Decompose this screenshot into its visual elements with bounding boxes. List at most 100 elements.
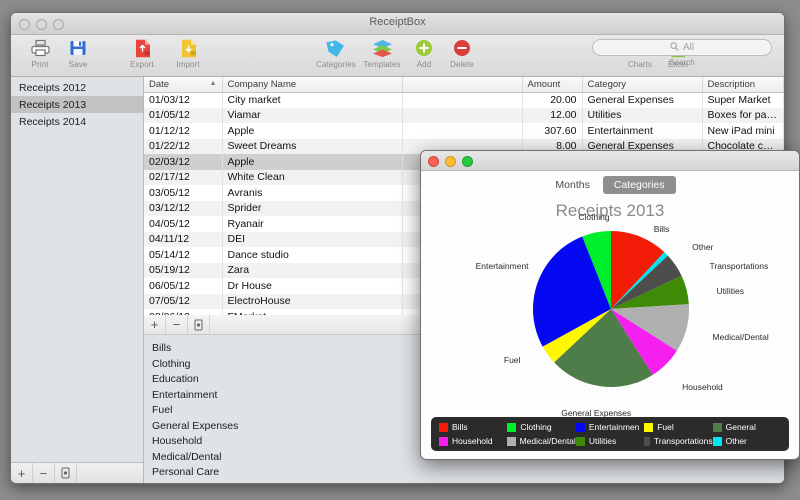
app-title: ReceiptBox	[11, 16, 784, 28]
templates-label: Templates	[363, 60, 400, 69]
layers-icon	[372, 37, 393, 59]
chart-window-traffic-lights[interactable]	[428, 156, 473, 167]
sidebar-info-button[interactable]	[55, 463, 77, 483]
cell-company: White Clean	[222, 170, 402, 186]
chart-minimize-button[interactable]	[445, 156, 456, 167]
category-edit-button[interactable]	[188, 315, 210, 334]
legend-swatch	[644, 423, 653, 432]
categories-label: Categories	[316, 60, 356, 69]
sidebar-item-1[interactable]: Receipts 2013	[11, 96, 143, 113]
cell-company: Sprider	[222, 201, 402, 217]
column-header-blank[interactable]	[402, 77, 522, 92]
pie-label-utilities: Utilities	[717, 286, 744, 296]
toolbar-group-edit: Categories Templates Add Delete	[313, 35, 481, 69]
save-button[interactable]: Save	[59, 37, 97, 69]
cell-date: 04/11/12	[144, 232, 222, 248]
printer-icon	[31, 37, 50, 59]
chart-tab-bar[interactable]: MonthsCategories	[421, 171, 799, 195]
delete-button[interactable]: Delete	[443, 37, 481, 69]
legend-swatch	[507, 423, 516, 432]
legend-label: Household	[452, 436, 493, 446]
import-button[interactable]: Import	[165, 37, 211, 69]
legend-swatch	[713, 437, 722, 446]
tab-categories[interactable]: Categories	[603, 176, 676, 194]
legend-swatch	[576, 437, 585, 446]
minus-circle-icon	[453, 37, 471, 59]
legend-swatch	[576, 423, 585, 432]
column-header-date[interactable]: Date▲	[144, 77, 222, 92]
pie-chart-svg[interactable]	[421, 221, 800, 401]
cell-company: ElectroHouse	[222, 294, 402, 310]
sidebar-item-0[interactable]: Receipts 2012	[11, 79, 143, 96]
tag-icon	[326, 37, 346, 59]
chart-close-button[interactable]	[428, 156, 439, 167]
sort-ascending-icon: ▲	[210, 80, 217, 87]
legend-label: Entertainmen	[589, 422, 640, 432]
chart-zoom-button[interactable]	[462, 156, 473, 167]
column-header-description[interactable]: Description	[702, 77, 784, 92]
search-area: All Search	[592, 39, 772, 67]
sidebar-remove-button[interactable]: −	[33, 463, 55, 483]
sidebar: Receipts 2012Receipts 2013Receipts 2014 …	[11, 77, 144, 483]
tab-months[interactable]: Months	[544, 176, 600, 194]
sidebar-toolbar: + −	[11, 462, 143, 483]
cell-date: 05/14/12	[144, 247, 222, 263]
templates-button[interactable]: Templates	[359, 37, 405, 69]
legend-label: Bills	[452, 422, 468, 432]
cell-date: 07/05/12	[144, 294, 222, 310]
chart-window: MonthsCategories Receipts 2013 BillsOthe…	[420, 150, 800, 460]
category-add-button[interactable]: +	[144, 315, 166, 334]
column-header-amount[interactable]: Amount	[522, 77, 582, 92]
print-button[interactable]: Print	[21, 37, 59, 69]
search-icon	[670, 42, 679, 54]
column-header-company-name[interactable]: Company Name	[222, 77, 402, 92]
add-label: Add	[417, 60, 432, 69]
cell-spacer	[402, 92, 522, 108]
legend-label: Utilities	[589, 436, 616, 446]
cell-company: Viamar	[222, 108, 402, 124]
cell-date: 01/12/12	[144, 123, 222, 139]
legend-item-fuel: Fuel	[644, 422, 712, 432]
cell-date: 06/05/12	[144, 278, 222, 294]
pie-chart: BillsOtherTransportationsUtilitiesMedica…	[421, 221, 799, 417]
category-list-item[interactable]: Telecommunications	[152, 481, 784, 484]
legend-label: Medical/Dental	[520, 436, 576, 446]
legend-swatch	[644, 437, 650, 446]
table-row[interactable]: 01/05/12Viamar12.00UtilitiesBoxes for pa…	[144, 108, 784, 124]
main-window-titlebar[interactable]: ReceiptBox	[11, 13, 784, 35]
cell-company: Zara	[222, 263, 402, 279]
cell-date: 01/22/12	[144, 139, 222, 155]
cell-amount: 20.00	[522, 92, 582, 108]
category-list-item[interactable]: Personal Care	[152, 465, 784, 481]
delete-label: Delete	[450, 60, 474, 69]
receipts-table-header[interactable]: Date▲Company Name AmountCategoryDescripti…	[144, 77, 784, 92]
add-button[interactable]: Add	[405, 37, 443, 69]
floppy-disk-icon	[69, 37, 87, 59]
pie-label-household: Household	[682, 382, 723, 392]
legend-item-general: General	[713, 422, 781, 432]
cell-date: 01/03/12	[144, 92, 222, 108]
legend-item-household: Household	[439, 436, 507, 446]
legend-item-clothing: Clothing	[507, 422, 575, 432]
cell-description: Boxes for packing	[702, 108, 784, 124]
sidebar-item-2[interactable]: Receipts 2014	[11, 113, 143, 130]
pie-label-entertainment: Entertainment	[476, 261, 529, 271]
sidebar-add-button[interactable]: +	[11, 463, 33, 483]
table-row[interactable]: 01/12/12Apple307.60EntertainmentNew iPad…	[144, 123, 784, 139]
cell-category: General Expenses	[582, 92, 702, 108]
export-button[interactable]: Export	[119, 37, 165, 69]
legend-swatch	[439, 437, 448, 446]
cell-company: Apple	[222, 123, 402, 139]
table-row[interactable]: 01/03/12City market 20.00General Expenses…	[144, 92, 784, 108]
cell-company: City market	[222, 92, 402, 108]
categories-button[interactable]: Categories	[313, 37, 359, 69]
column-header-category[interactable]: Category	[582, 77, 702, 92]
search-input[interactable]: All	[592, 39, 772, 56]
cell-description: Super Market	[702, 92, 784, 108]
category-remove-button[interactable]: −	[166, 315, 188, 334]
cell-company: Dance studio	[222, 247, 402, 263]
cell-company: Sweet Dreams	[222, 139, 402, 155]
chart-legend: Bills Clothing Entertainmen FuelGeneral Hous…	[431, 417, 789, 451]
cell-company: DEI	[222, 232, 402, 248]
chart-window-titlebar[interactable]	[421, 151, 799, 171]
